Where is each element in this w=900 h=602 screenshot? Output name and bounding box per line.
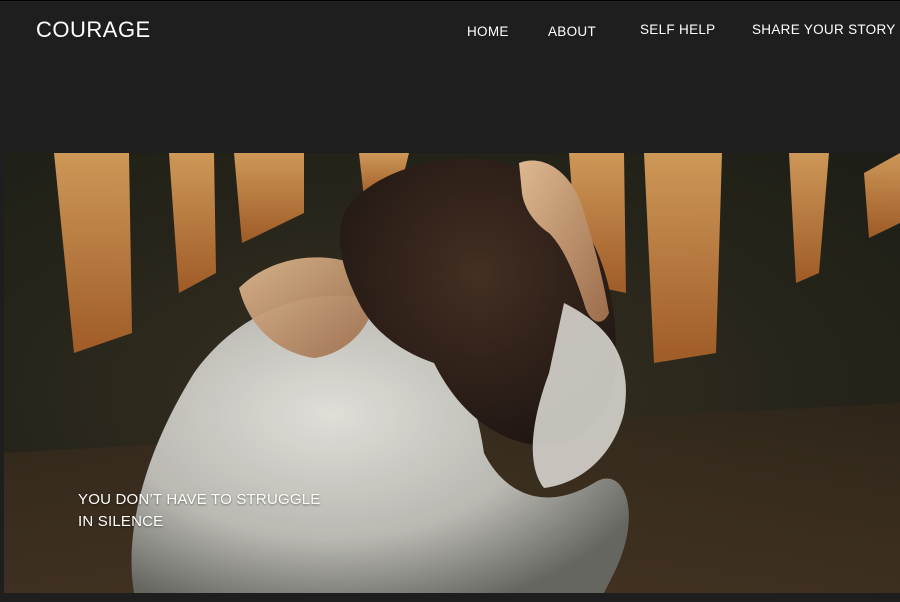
- nav-share-your-story-link[interactable]: SHARE YOUR STORY: [752, 22, 896, 37]
- hero-banner: YOU DON’T HAVE TO STRUGGLE IN SILENCE: [4, 153, 900, 593]
- brand-logo-link[interactable]: COURAGE: [36, 17, 151, 43]
- hero-tagline-line-1: YOU DON’T HAVE TO STRUGGLE: [78, 491, 321, 508]
- nav-home-link[interactable]: HOME: [467, 24, 509, 39]
- page: COURAGE HOME ABOUT SELF HELP SHARE YOUR …: [0, 0, 900, 602]
- page-bottom-strip: [0, 593, 900, 602]
- hero-tagline-line-2: IN SILENCE: [78, 513, 164, 530]
- nav-self-help-link[interactable]: SELF HELP: [640, 22, 715, 37]
- nav-about-link[interactable]: ABOUT: [548, 24, 596, 39]
- hero-tagline: YOU DON’T HAVE TO STRUGGLE IN SILENCE: [78, 489, 320, 533]
